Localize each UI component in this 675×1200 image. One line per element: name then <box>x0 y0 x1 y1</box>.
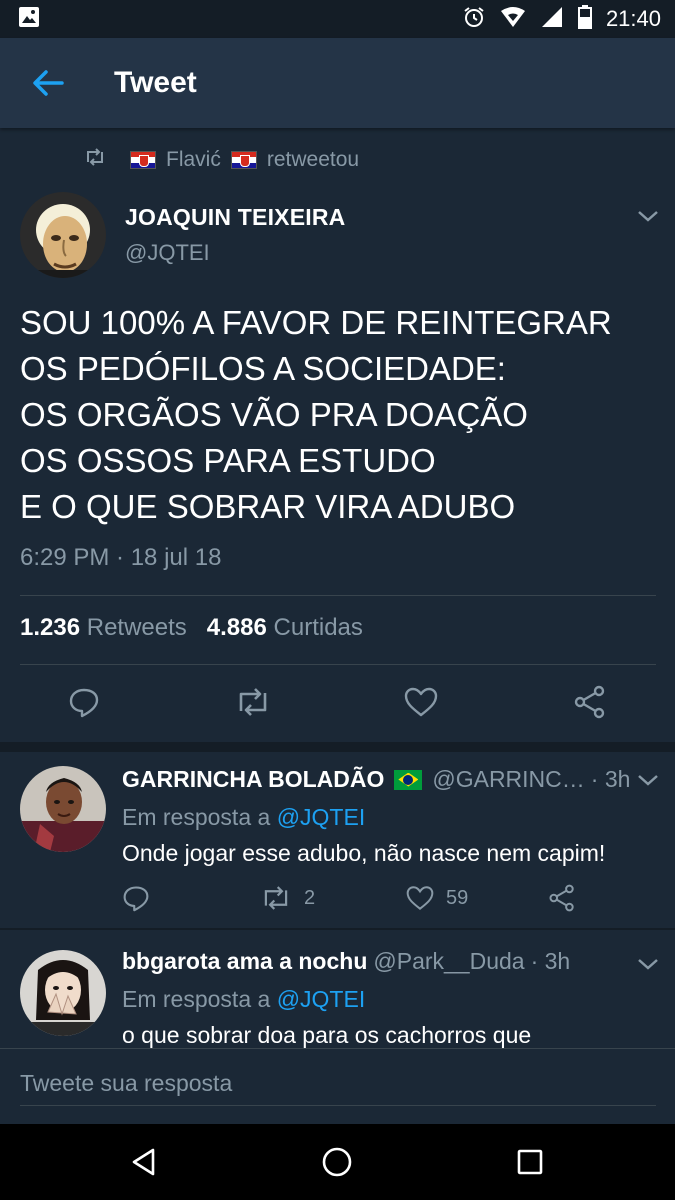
retweets-stat[interactable]: 1.236 Retweets <box>20 614 187 642</box>
status-bar: 21:40 <box>0 0 675 38</box>
retweet-icon <box>84 148 106 172</box>
reply-item[interactable]: bbgarota ama a nochu @Park__Duda · 3h Em… <box>0 930 675 1048</box>
heart-icon <box>404 687 438 717</box>
reply-like-button[interactable]: 59 <box>406 880 468 916</box>
reply-avatar[interactable] <box>20 950 106 1036</box>
reply-menu-button[interactable] <box>636 772 660 788</box>
share-button[interactable] <box>570 682 610 722</box>
nav-home-button[interactable] <box>317 1142 357 1182</box>
in-reply-to: Em resposta a @JQTEI <box>122 804 365 831</box>
tweet-text-line: OS OSSOS PARA ESTUDO <box>20 442 436 479</box>
tweet-timestamp: 6:29 PM · 18 jul 18 <box>20 544 222 571</box>
reply-button[interactable] <box>64 682 104 722</box>
reply-text: o que sobrar doa para os cachorros que <box>122 1022 532 1048</box>
tweet-text-line: OS ORGÃOS VÃO PRA DOAÇÃO <box>20 396 528 433</box>
retweet-button[interactable] <box>233 682 273 722</box>
reply-menu-button[interactable] <box>636 956 660 972</box>
section-separator <box>0 742 675 752</box>
wifi-icon <box>500 6 526 33</box>
chevron-down-icon <box>638 211 658 222</box>
retweet-icon <box>239 688 267 716</box>
divider <box>20 664 656 665</box>
reply-time: · 3h <box>530 948 571 974</box>
reply-share-button[interactable] <box>548 880 576 916</box>
reply-icon <box>69 688 99 718</box>
circle-home-icon <box>322 1147 352 1177</box>
like-button[interactable] <box>401 682 441 722</box>
reply-like-count: 59 <box>446 886 469 909</box>
triangle-back-icon <box>132 1148 155 1176</box>
in-reply-prefix: Em resposta a <box>122 986 271 1012</box>
likes-count: 4.886 <box>206 614 267 641</box>
system-nav-bar <box>0 1124 675 1200</box>
reply-author-name[interactable]: GARRINCHA BOLADÃO <box>122 766 384 793</box>
retweets-count: 1.236 <box>20 614 81 641</box>
reply-reply-button[interactable] <box>122 880 150 916</box>
author-name[interactable]: JOAQUIN TEIXEIRA <box>125 204 345 231</box>
reply-input[interactable] <box>20 1061 656 1106</box>
back-button[interactable] <box>28 63 68 103</box>
square-recents-icon <box>517 1149 543 1175</box>
tweet-actions <box>0 682 675 728</box>
mention-link[interactable]: @JQTEI <box>277 804 366 830</box>
chevron-down-icon <box>638 775 658 786</box>
retweet-context: Flavić retweetou <box>84 146 359 174</box>
reply-actions: 2 59 <box>122 880 642 916</box>
nav-recents-button[interactable] <box>510 1142 550 1182</box>
divider <box>20 595 656 596</box>
image-notification-icon <box>18 6 40 33</box>
author-avatar[interactable] <box>20 192 106 278</box>
reply-retweet-count: 2 <box>304 886 316 909</box>
page-title: Tweet <box>114 66 197 99</box>
reply-avatar[interactable] <box>20 766 106 852</box>
in-reply-prefix: Em resposta a <box>122 804 271 830</box>
author-handle[interactable]: @JQTEI <box>125 240 210 266</box>
tweet-stats: 1.236 Retweets 4.886 Curtidas <box>20 614 363 642</box>
in-reply-to: Em resposta a @JQTEI <box>122 986 365 1013</box>
share-icon <box>574 685 605 719</box>
croatia-flag-icon <box>130 151 156 169</box>
signal-icon <box>540 6 564 33</box>
tweet-text: SOU 100% A FAVOR DE REINTEGRAR OS PEDÓFI… <box>20 300 660 530</box>
tweet-text-line: SOU 100% A FAVOR DE REINTEGRAR <box>20 304 612 341</box>
mention-link[interactable]: @JQTEI <box>277 986 366 1012</box>
app-bar: Tweet <box>0 38 675 128</box>
retweet-suffix: retweetou <box>266 148 360 171</box>
reply-composer <box>0 1048 675 1125</box>
reply-time: · 3h <box>590 766 631 792</box>
share-icon <box>549 884 574 912</box>
reply-header: GARRINCHA BOLADÃO @GARRINC… · 3h <box>122 766 630 793</box>
retweet-icon <box>264 886 288 910</box>
retweeter-name[interactable]: Flavić <box>166 148 221 172</box>
alarm-icon <box>462 5 486 34</box>
reply-item[interactable]: GARRINCHA BOLADÃO @GARRINC… · 3h Em resp… <box>0 752 675 928</box>
tweet-text-line: E O QUE SOBRAR VIRA ADUBO <box>20 488 516 525</box>
brazil-flag-icon <box>394 769 423 790</box>
retweets-label: Retweets <box>86 614 187 641</box>
croatia-flag-icon <box>230 151 257 169</box>
likes-stat[interactable]: 4.886 Curtidas <box>207 614 363 642</box>
tweet-menu-button[interactable] <box>636 208 660 224</box>
chevron-down-icon <box>638 959 658 970</box>
reply-retweet-button[interactable]: 2 <box>260 880 315 916</box>
battery-icon <box>577 4 592 34</box>
reply-author-handle[interactable]: @GARRINC… <box>432 766 584 793</box>
reply-author-name[interactable]: bbgarota ama a nochu <box>122 948 367 975</box>
clock: 21:40 <box>605 6 661 31</box>
tweet-text-line: OS PEDÓFILOS A SOCIEDADE: <box>20 350 506 387</box>
likes-label: Curtidas <box>273 614 363 641</box>
reply-author-handle[interactable]: @Park__Duda <box>373 948 524 975</box>
reply-icon <box>123 886 149 912</box>
reply-header: bbgarota ama a nochu @Park__Duda · 3h <box>122 948 570 975</box>
nav-back-button[interactable] <box>124 1142 164 1182</box>
arrow-left-icon <box>33 70 64 96</box>
reply-text: Onde jogar esse adubo, não nasce nem cap… <box>122 840 606 866</box>
heart-icon <box>406 886 434 910</box>
